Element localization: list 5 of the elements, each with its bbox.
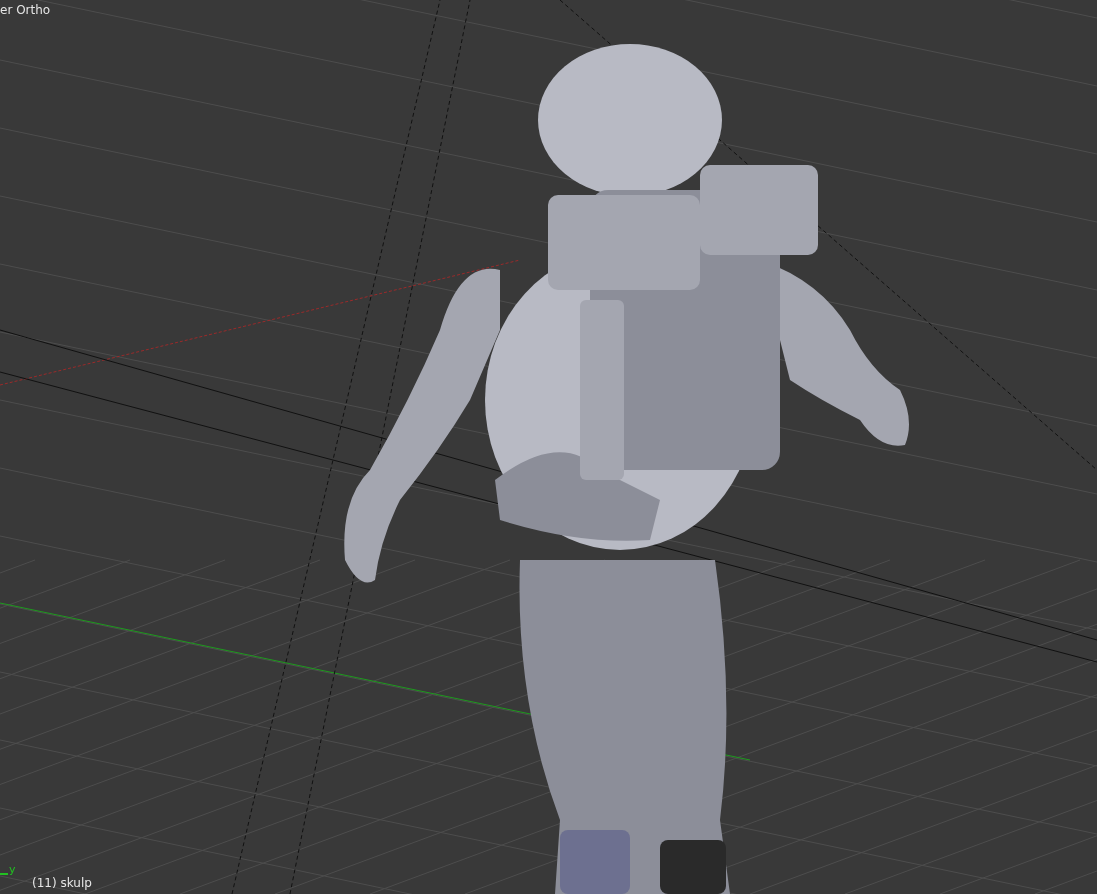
view-label: er Ortho bbox=[0, 2, 51, 19]
viewport[interactable]: er Ortho y (11) skulp bbox=[0, 0, 1097, 894]
axis-label: y bbox=[9, 862, 16, 878]
object-label: (11) skulp bbox=[32, 875, 92, 892]
axis-icon bbox=[0, 872, 8, 876]
